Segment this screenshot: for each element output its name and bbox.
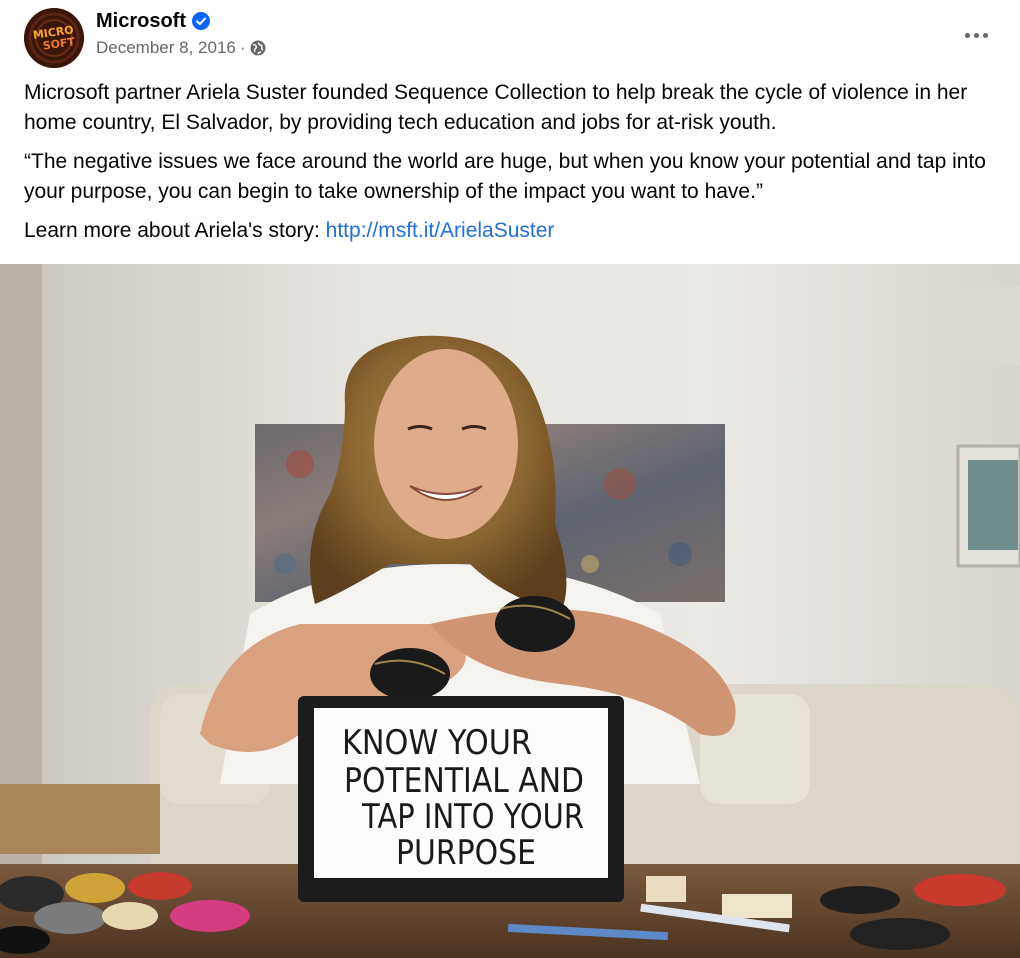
verified-badge-icon — [192, 12, 210, 30]
page-avatar[interactable]: MICRO SOFT — [24, 8, 84, 68]
story-link[interactable]: http://msft.it/ArielaSuster — [326, 219, 555, 242]
sign-line-2: POTENTIAL AND — [344, 761, 584, 801]
facebook-post: MICRO SOFT Microsoft December 8, 2016 · — [0, 0, 1020, 958]
post-meta: Microsoft December 8, 2016 · — [96, 8, 266, 58]
sign-line-3: TAP INTO YOUR — [361, 797, 584, 837]
more-options-icon — [964, 32, 988, 38]
post-date[interactable]: December 8, 2016 — [96, 38, 236, 58]
name-row: Microsoft — [96, 8, 266, 34]
globe-icon[interactable] — [250, 40, 266, 56]
avatar-logo: MICRO SOFT — [24, 8, 84, 68]
separator: · — [239, 38, 246, 57]
post-paragraph-2: “The negative issues we face around the … — [24, 150, 986, 203]
post-paragraph-1: Microsoft partner Ariela Suster founded … — [24, 81, 968, 134]
page-name[interactable]: Microsoft — [96, 10, 186, 33]
post-paragraph-3: Learn more about Ariela's story: http://… — [24, 216, 1004, 246]
post-photo[interactable]: KNOW YOUR POTENTIAL AND TAP INTO YOUR PU… — [0, 264, 1020, 958]
photo-illustration: KNOW YOUR POTENTIAL AND TAP INTO YOUR PU… — [0, 264, 1020, 958]
more-options-button[interactable] — [956, 22, 996, 48]
sign-line-4: PURPOSE — [396, 833, 536, 873]
post-body: Microsoft partner Ariela Suster founded … — [24, 78, 1004, 256]
post-header: MICRO SOFT Microsoft December 8, 2016 · — [24, 8, 996, 68]
sign-line-1: KNOW YOUR — [342, 723, 532, 763]
learn-more-text: Learn more about Ariela's story: — [24, 219, 326, 242]
date-row: December 8, 2016 · — [96, 38, 266, 58]
